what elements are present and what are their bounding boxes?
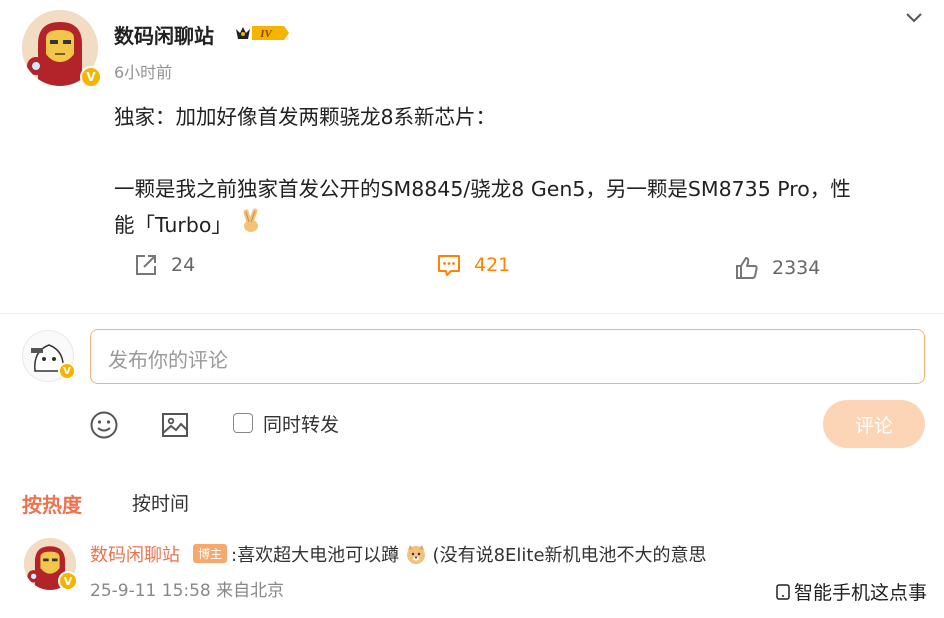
repost-button[interactable]: 24 [133, 252, 195, 278]
comment-source: 来自北京 [216, 581, 285, 601]
comment-text-part: (没有说8Elite新机电池不大的意思 [432, 545, 707, 566]
repost-checkbox-label[interactable]: 同时转发 [263, 410, 339, 437]
comment-icon [438, 255, 460, 276]
image-icon [162, 413, 188, 437]
comment-button[interactable]: 421 [436, 252, 510, 278]
like-count: 2334 [772, 257, 821, 279]
watermark: 智能手机这点事 [776, 578, 927, 605]
smiley-icon [90, 411, 118, 439]
divider [0, 313, 944, 314]
comment-count: 421 [474, 254, 511, 276]
watermark-text: 智能手机这点事 [794, 582, 928, 604]
watermark-logo-icon [776, 583, 790, 600]
verified-badge-icon: V [80, 66, 102, 88]
repost-checkbox[interactable] [233, 413, 253, 433]
chevron-down-icon[interactable] [902, 6, 926, 30]
comment-author[interactable]: 数码闲聊站 [90, 541, 180, 567]
tab-sort-time[interactable]: 按时间 [132, 489, 189, 516]
level-text: IV [259, 28, 273, 40]
image-button[interactable] [160, 410, 190, 444]
thumbs-up-icon [736, 257, 758, 279]
verified-badge-icon: V [58, 362, 76, 380]
comment-input[interactable]: 发布你的评论 [90, 329, 925, 384]
doge-icon [405, 543, 427, 570]
comment-text: :喜欢超大电池可以蹲 (没有说8Elite新机电池不大的意思 [231, 541, 707, 570]
post-content: 独家：加加好像首发两颗骁龙8系新芯片： 一颗是我之前独家首发公开的SM8845/… [114, 99, 924, 245]
comment-date: 25-9-11 15:58 [90, 581, 211, 601]
post-text-line: 一颗是我之前独家首发公开的SM8845/骁龙8 Gen5，另一颗是SM8735 … [114, 177, 851, 201]
comment-meta: 25-9-11 15:58 来自北京 [90, 576, 284, 601]
post-time: 6小时前 [114, 63, 173, 82]
post-text-line: 能「Turbo」 [114, 213, 232, 237]
submit-comment-button[interactable]: 评论 [823, 400, 925, 448]
level-badge[interactable]: IV [234, 23, 290, 43]
comment-text-part: :喜欢超大电池可以蹲 [231, 545, 400, 566]
post-text-line: 独家：加加好像首发两颗骁龙8系新芯片： [114, 105, 497, 129]
author-badge: 博主 [193, 544, 227, 563]
repost-icon [136, 255, 156, 275]
like-button[interactable]: 2334 [734, 255, 820, 281]
victory-hand-icon [238, 208, 264, 245]
repost-count: 24 [171, 254, 196, 276]
author-name[interactable]: 数码闲聊站 [114, 20, 214, 49]
tab-sort-hot[interactable]: 按热度 [22, 489, 82, 518]
emoji-button[interactable] [89, 410, 119, 444]
verified-badge-icon: V [58, 571, 78, 591]
